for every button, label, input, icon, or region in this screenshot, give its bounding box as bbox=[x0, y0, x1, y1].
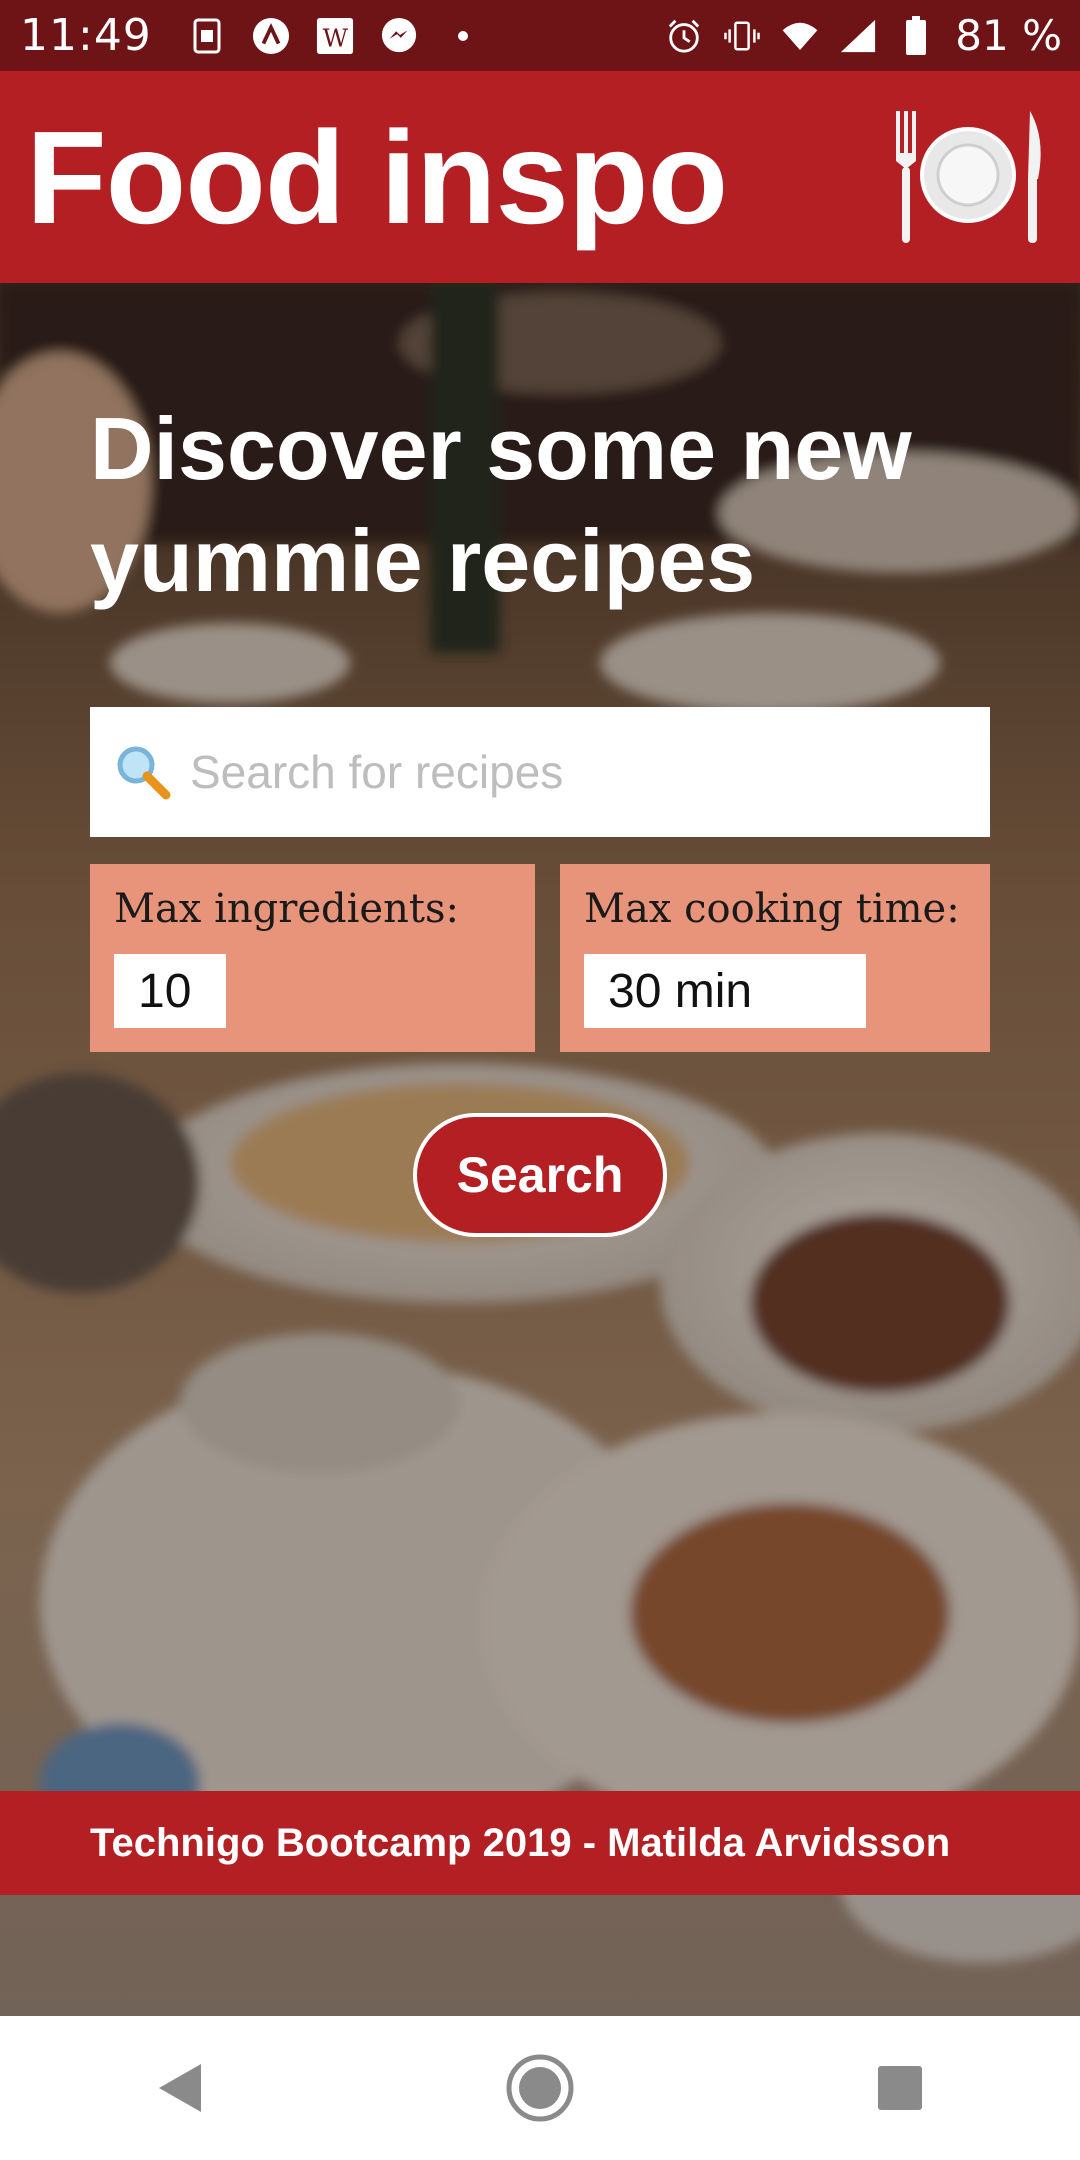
search-icon bbox=[114, 743, 172, 801]
recents-icon[interactable] bbox=[860, 2048, 940, 2128]
app-icon bbox=[252, 17, 290, 55]
system-nav-bar bbox=[0, 2016, 1080, 2160]
plate-cutlery-icon bbox=[890, 109, 1046, 250]
home-icon[interactable] bbox=[500, 2048, 580, 2128]
vibrate-icon bbox=[723, 17, 761, 55]
svg-text:W: W bbox=[322, 23, 348, 52]
max-cooking-time-filter: Max cooking time: 30 min bbox=[560, 864, 990, 1052]
signal-icon bbox=[839, 17, 877, 55]
hero-section: Discover some new yummie recipes Max ing… bbox=[0, 283, 1080, 2016]
alarm-icon bbox=[665, 17, 703, 55]
status-time: 11:49 bbox=[20, 10, 152, 61]
footer-text: Technigo Bootcamp 2019 - Matilda Arvidss… bbox=[90, 1820, 951, 1865]
battery-icon bbox=[897, 15, 935, 55]
sim-icon bbox=[188, 17, 226, 55]
search-input[interactable] bbox=[188, 744, 952, 800]
battery-percent: 81 % bbox=[955, 11, 1062, 60]
wifi-icon bbox=[781, 17, 819, 55]
max-ingredients-label: Max ingredients: bbox=[114, 886, 459, 932]
max-ingredients-filter: Max ingredients: 10 bbox=[90, 864, 535, 1052]
dot-icon bbox=[444, 17, 482, 55]
max-cooking-time-label: Max cooking time: bbox=[584, 886, 960, 932]
footer: Technigo Bootcamp 2019 - Matilda Arvidss… bbox=[0, 1791, 1080, 1895]
app-title: Food inspo bbox=[26, 103, 728, 251]
max-ingredients-input[interactable]: 10 bbox=[114, 954, 226, 1028]
app-header: Food inspo bbox=[0, 71, 1080, 283]
back-icon[interactable] bbox=[140, 2048, 220, 2128]
messenger-icon bbox=[380, 17, 418, 55]
hero-headline: Discover some new yummie recipes bbox=[90, 399, 912, 610]
search-button[interactable]: Search bbox=[413, 1113, 667, 1237]
max-cooking-time-input[interactable]: 30 min bbox=[584, 954, 866, 1028]
status-bar: 11:49 W 81 % bbox=[0, 0, 1080, 71]
search-box[interactable] bbox=[90, 707, 990, 837]
word-icon: W bbox=[316, 17, 354, 55]
